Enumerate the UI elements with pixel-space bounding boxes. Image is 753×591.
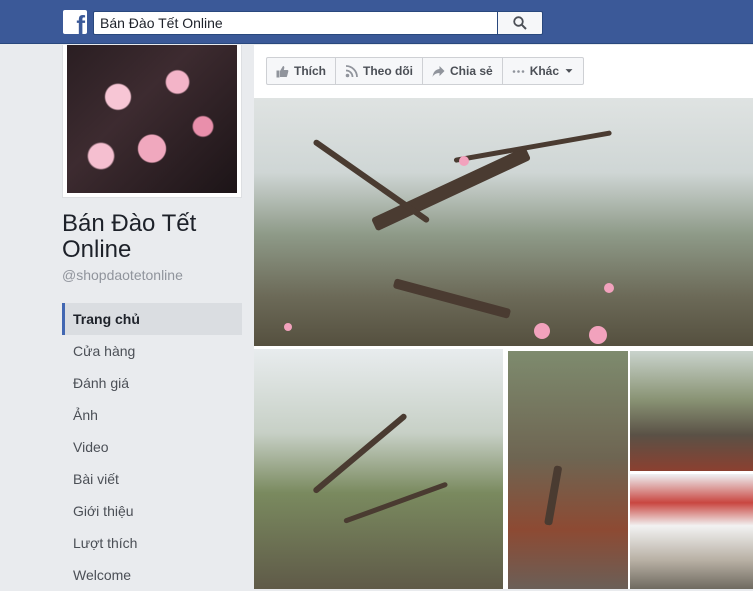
search-icon (513, 16, 527, 30)
more-label: Khác (529, 64, 560, 78)
album-photo-1[interactable] (254, 349, 503, 589)
follow-label: Theo dõi (363, 64, 413, 78)
page-navigation: Trang chủ Cửa hàng Đánh giá Ảnh Video Bà… (62, 303, 242, 591)
search-button[interactable] (498, 11, 543, 35)
like-label: Thích (294, 64, 326, 78)
caret-down-icon (565, 69, 573, 73)
nav-item-posts[interactable]: Bài viết (62, 463, 242, 495)
page-sidebar: Bán Đào Tết Online @shopdaotetonline Tra… (0, 45, 254, 589)
nav-item-reviews[interactable]: Đánh giá (62, 367, 242, 399)
share-button[interactable]: Chia sẻ (423, 58, 503, 84)
follow-button[interactable]: Theo dõi (336, 58, 423, 84)
nav-item-about[interactable]: Giới thiệu (62, 495, 242, 527)
facebook-logo-icon[interactable]: f (63, 10, 87, 34)
page-main-content: Thích Theo dõi Chia sẻ Khác (254, 45, 753, 589)
nav-item-shop[interactable]: Cửa hàng (62, 335, 242, 367)
more-button[interactable]: Khác (503, 58, 583, 84)
nav-item-home[interactable]: Trang chủ (62, 303, 242, 335)
search-input[interactable]: Bán Đào Tết Online (93, 11, 498, 35)
share-arrow-icon (432, 65, 445, 77)
album-photo-3[interactable] (630, 351, 753, 471)
album-photo-2[interactable] (508, 351, 628, 589)
like-button[interactable]: Thích (267, 58, 336, 84)
page-username[interactable]: @shopdaotetonline (62, 267, 183, 283)
page-title[interactable]: Bán Đào Tết Online (62, 211, 252, 263)
top-navigation-bar: f Bán Đào Tết Online (0, 0, 753, 44)
profile-picture[interactable] (62, 45, 242, 198)
thumbs-up-icon (276, 65, 289, 77)
rss-icon (345, 64, 358, 77)
nav-item-photos[interactable]: Ảnh (62, 399, 242, 431)
share-label: Chia sẻ (450, 64, 493, 78)
cover-photo[interactable] (254, 98, 753, 346)
nav-item-welcome[interactable]: Welcome (62, 559, 242, 591)
more-dots-icon (512, 69, 524, 73)
album-photo-4[interactable] (630, 474, 753, 589)
nav-item-likes[interactable]: Lượt thích (62, 527, 242, 559)
page-action-bar: Thích Theo dõi Chia sẻ Khác (266, 57, 585, 85)
nav-item-videos[interactable]: Video (62, 431, 242, 463)
